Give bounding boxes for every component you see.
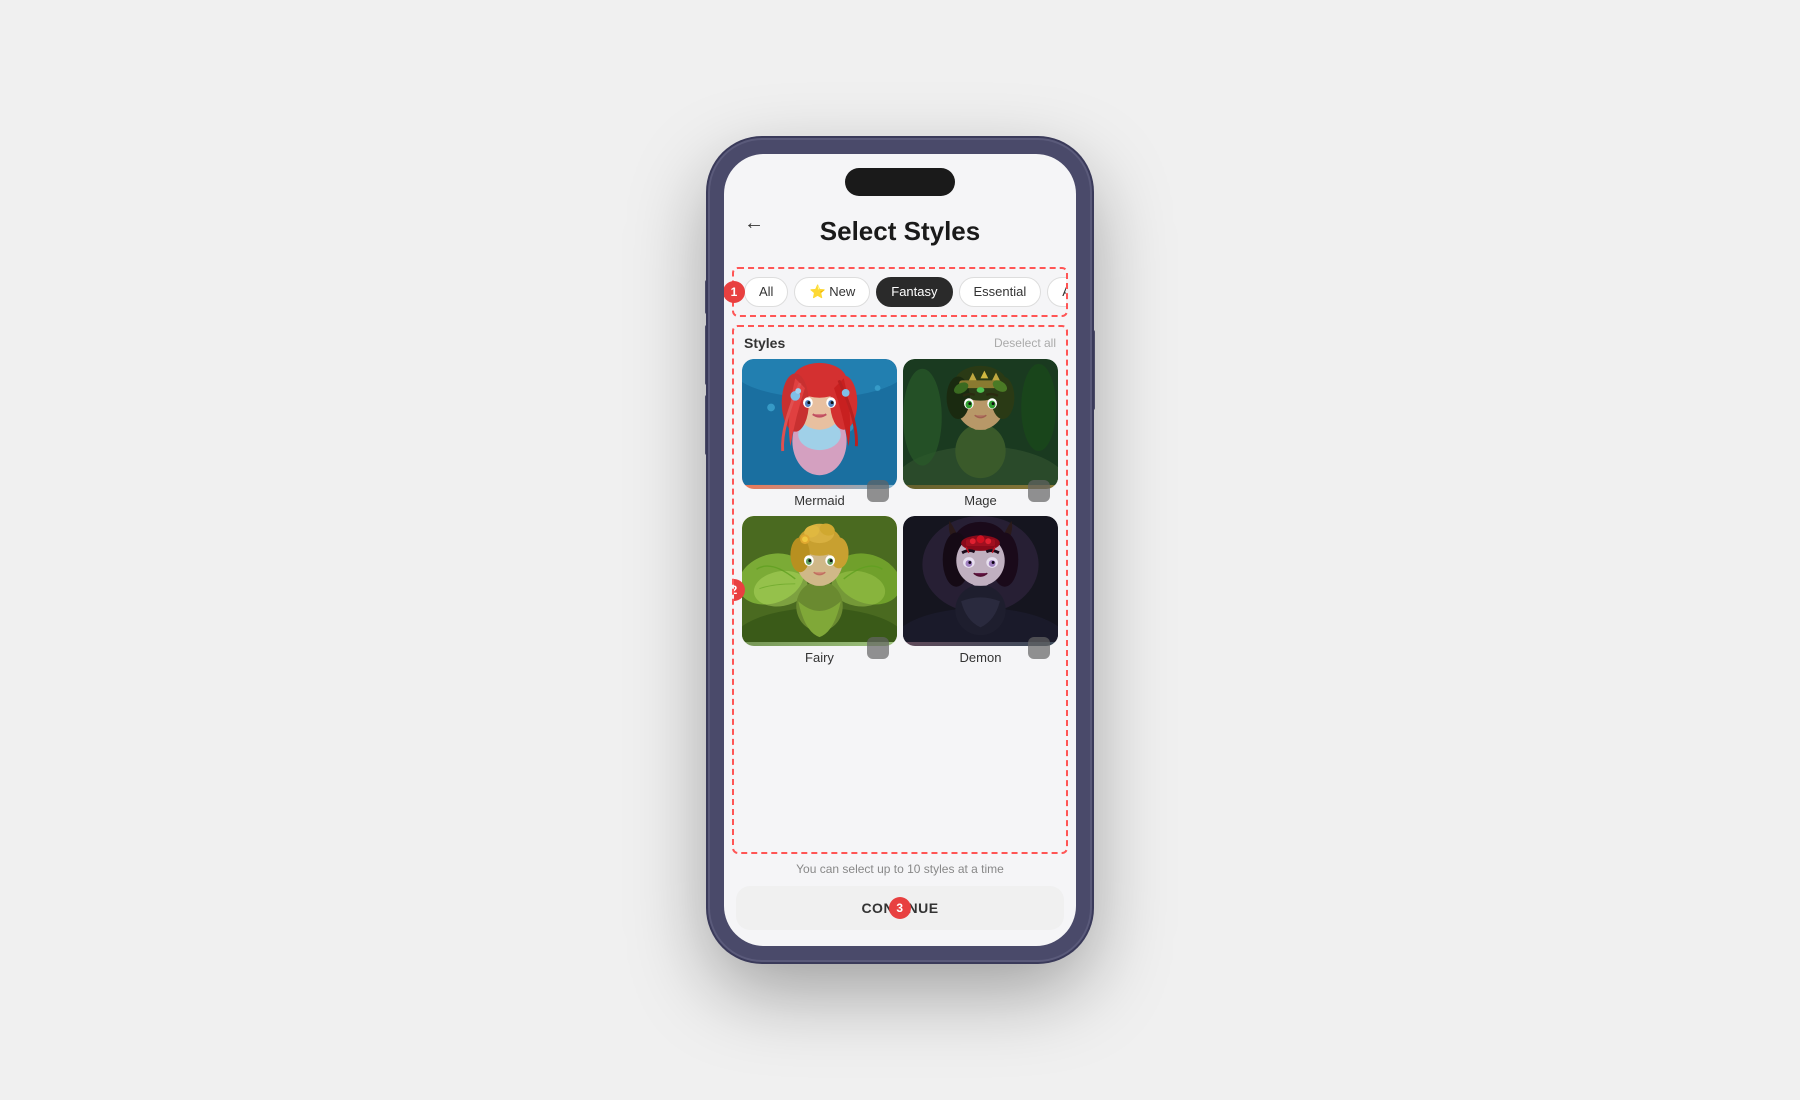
filter-tabs-row: All ⭐ New Fantasy Essential Art	[734, 269, 1066, 315]
style-image-mage	[903, 359, 1058, 489]
mute-button	[705, 280, 709, 314]
styles-section: 2 Styles Deselect all	[732, 325, 1068, 854]
bottom-section: You can select up to 10 styles at a time…	[724, 854, 1076, 946]
hint-text: You can select up to 10 styles at a time	[736, 862, 1064, 876]
style-checkbox-demon[interactable]	[1028, 637, 1050, 659]
tab-all[interactable]: All	[744, 277, 788, 307]
continue-button-wrap: 3 CONTINUE	[736, 886, 1064, 930]
style-card-fairy[interactable]: Fairy	[742, 516, 897, 667]
style-checkbox-mermaid[interactable]	[867, 480, 889, 502]
style-image-fairy	[742, 516, 897, 646]
screen-content: Select Styles 1 All ⭐ New Fantasy Essent…	[724, 154, 1076, 946]
style-card-mage[interactable]: Mage	[903, 359, 1058, 510]
style-checkbox-fairy[interactable]	[867, 637, 889, 659]
annotation-badge-3: 3	[889, 897, 911, 919]
phone-wrapper: ← Select Styles 1 All ⭐ New Fantasy Esse…	[710, 140, 1090, 960]
style-card-mermaid[interactable]: Mermaid	[742, 359, 897, 510]
deselect-all-button[interactable]: Deselect all	[994, 336, 1056, 350]
dynamic-island	[845, 168, 955, 196]
volume-up-button	[705, 325, 709, 385]
styles-label: Styles	[744, 335, 785, 351]
tab-fantasy[interactable]: Fantasy	[876, 277, 952, 307]
volume-down-button	[705, 395, 709, 455]
style-card-demon[interactable]: Demon	[903, 516, 1058, 667]
styles-grid: Mermaid	[734, 355, 1066, 675]
styles-header: Styles Deselect all	[734, 327, 1066, 355]
style-image-demon	[903, 516, 1058, 646]
page-title: Select Styles	[724, 206, 1076, 267]
tab-new[interactable]: ⭐ New	[794, 277, 870, 307]
annotation-badge-1: 1	[724, 281, 745, 303]
back-button[interactable]: ←	[744, 212, 764, 235]
filter-section: 1 All ⭐ New Fantasy Essential Art	[732, 267, 1068, 317]
continue-button[interactable]: 3 CONTINUE	[736, 886, 1064, 930]
style-checkbox-mage[interactable]	[1028, 480, 1050, 502]
style-image-mermaid	[742, 359, 897, 489]
phone-screen: ← Select Styles 1 All ⭐ New Fantasy Esse…	[724, 154, 1076, 946]
power-button	[1091, 330, 1095, 410]
tab-art[interactable]: Art	[1047, 277, 1066, 307]
tab-essential[interactable]: Essential	[959, 277, 1042, 307]
